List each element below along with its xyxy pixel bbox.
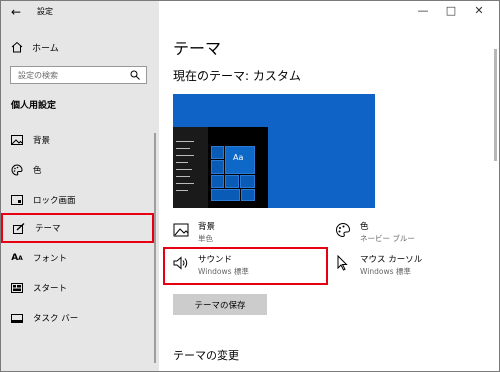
option-label: 背景 [198,222,216,232]
preview-list-line [176,148,190,149]
home-label: ホーム [32,43,59,54]
home-link[interactable]: ホーム [11,40,59,54]
preview-list-line [176,176,190,177]
palette-icon [10,163,24,177]
sidebar-item-label: フォント [33,254,68,264]
sidebar-item-font[interactable]: AA フォント [1,246,155,270]
picture-icon [173,223,189,237]
option-value: 単色 [198,234,213,243]
preview-list-line [176,190,188,191]
preview-list-line [176,162,188,163]
sound-highlight [163,247,328,285]
back-arrow-icon[interactable]: ← [11,5,21,19]
save-theme-button[interactable]: テーマの保存 [173,294,267,315]
preview-list-line [176,169,192,170]
sidebar-item-color[interactable]: 色 [1,158,155,182]
sidebar-item-label: ロック画面 [33,196,76,206]
mouse-cursor-icon [337,255,348,271]
home-icon [11,41,23,53]
search-placeholder: 設定の検索 [18,71,58,80]
palette-icon [336,222,351,238]
option-background[interactable]: 背景 単色 [173,222,215,244]
minimize-icon[interactable]: — [409,4,437,17]
maximize-icon[interactable]: □ [437,4,465,17]
font-icon: AA [11,253,23,263]
option-value: Windows 標準 [360,267,411,276]
preview-tile [240,175,255,188]
preview-list-line [176,183,194,184]
settings-window: ← 設定 ホーム 設定の検索 個人用設定 背景 色 ロック画面 テーマ A A … [0,0,500,372]
option-color[interactable]: 色 ネービー ブルー [335,222,415,244]
preview-start-list [173,127,208,208]
option-mouse-cursor[interactable]: マウス カーソル Windows 標準 [335,255,422,277]
sidebar-item-theme[interactable]: テーマ [1,213,154,243]
option-label: マウス カーソル [360,255,423,265]
preview-tile [241,189,255,201]
close-icon[interactable]: ✕ [465,4,493,17]
preview-list-line [176,141,194,142]
sidebar-item-label: テーマ [35,224,61,234]
theme-brush-icon [12,221,26,235]
sidebar-item-label: 背景 [33,136,51,146]
option-label: 色 [360,222,369,232]
sidebar-item-start[interactable]: スタート [1,276,155,300]
search-icon [130,70,140,80]
sidebar-scrollbar[interactable] [154,133,156,363]
picture-icon [10,133,24,147]
lock-screen-icon [10,193,24,207]
preview-tile [211,160,224,174]
preview-tile [211,146,224,159]
sidebar-item-label: 色 [33,166,42,176]
current-theme-heading: 現在のテーマ: カスタム [173,69,301,83]
main-scrollbar[interactable] [494,49,497,161]
preview-tile [225,175,239,188]
preview-list-line [176,155,194,156]
sidebar-item-lock-screen[interactable]: ロック画面 [1,188,155,212]
preview-tile: Aa [225,146,255,174]
sidebar-item-background[interactable]: 背景 [1,128,155,152]
sidebar-item-label: スタート [33,284,68,294]
main-content: — □ ✕ テーマ 現在のテーマ: カスタム Aa 背景 単色 色 ネービー ブ… [159,1,499,371]
section-title: 個人用設定 [11,101,57,111]
theme-preview: Aa [173,94,375,208]
sidebar-item-label: タスク バー [33,314,79,324]
preview-tile [211,175,224,188]
sidebar-item-taskbar[interactable]: タスク バー [1,306,155,330]
page-title: テーマ [173,39,222,58]
option-value: ネービー ブルー [360,234,415,243]
window-controls: — □ ✕ [409,4,493,17]
start-icon [10,281,24,295]
search-input[interactable]: 設定の検索 [10,66,147,84]
sidebar: ← 設定 ホーム 設定の検索 個人用設定 背景 色 ロック画面 テーマ A A … [1,1,159,371]
taskbar-icon [10,311,24,325]
window-title: 設定 [37,7,53,16]
preview-tile [211,189,240,201]
change-theme-heading: テーマの変更 [173,349,239,362]
